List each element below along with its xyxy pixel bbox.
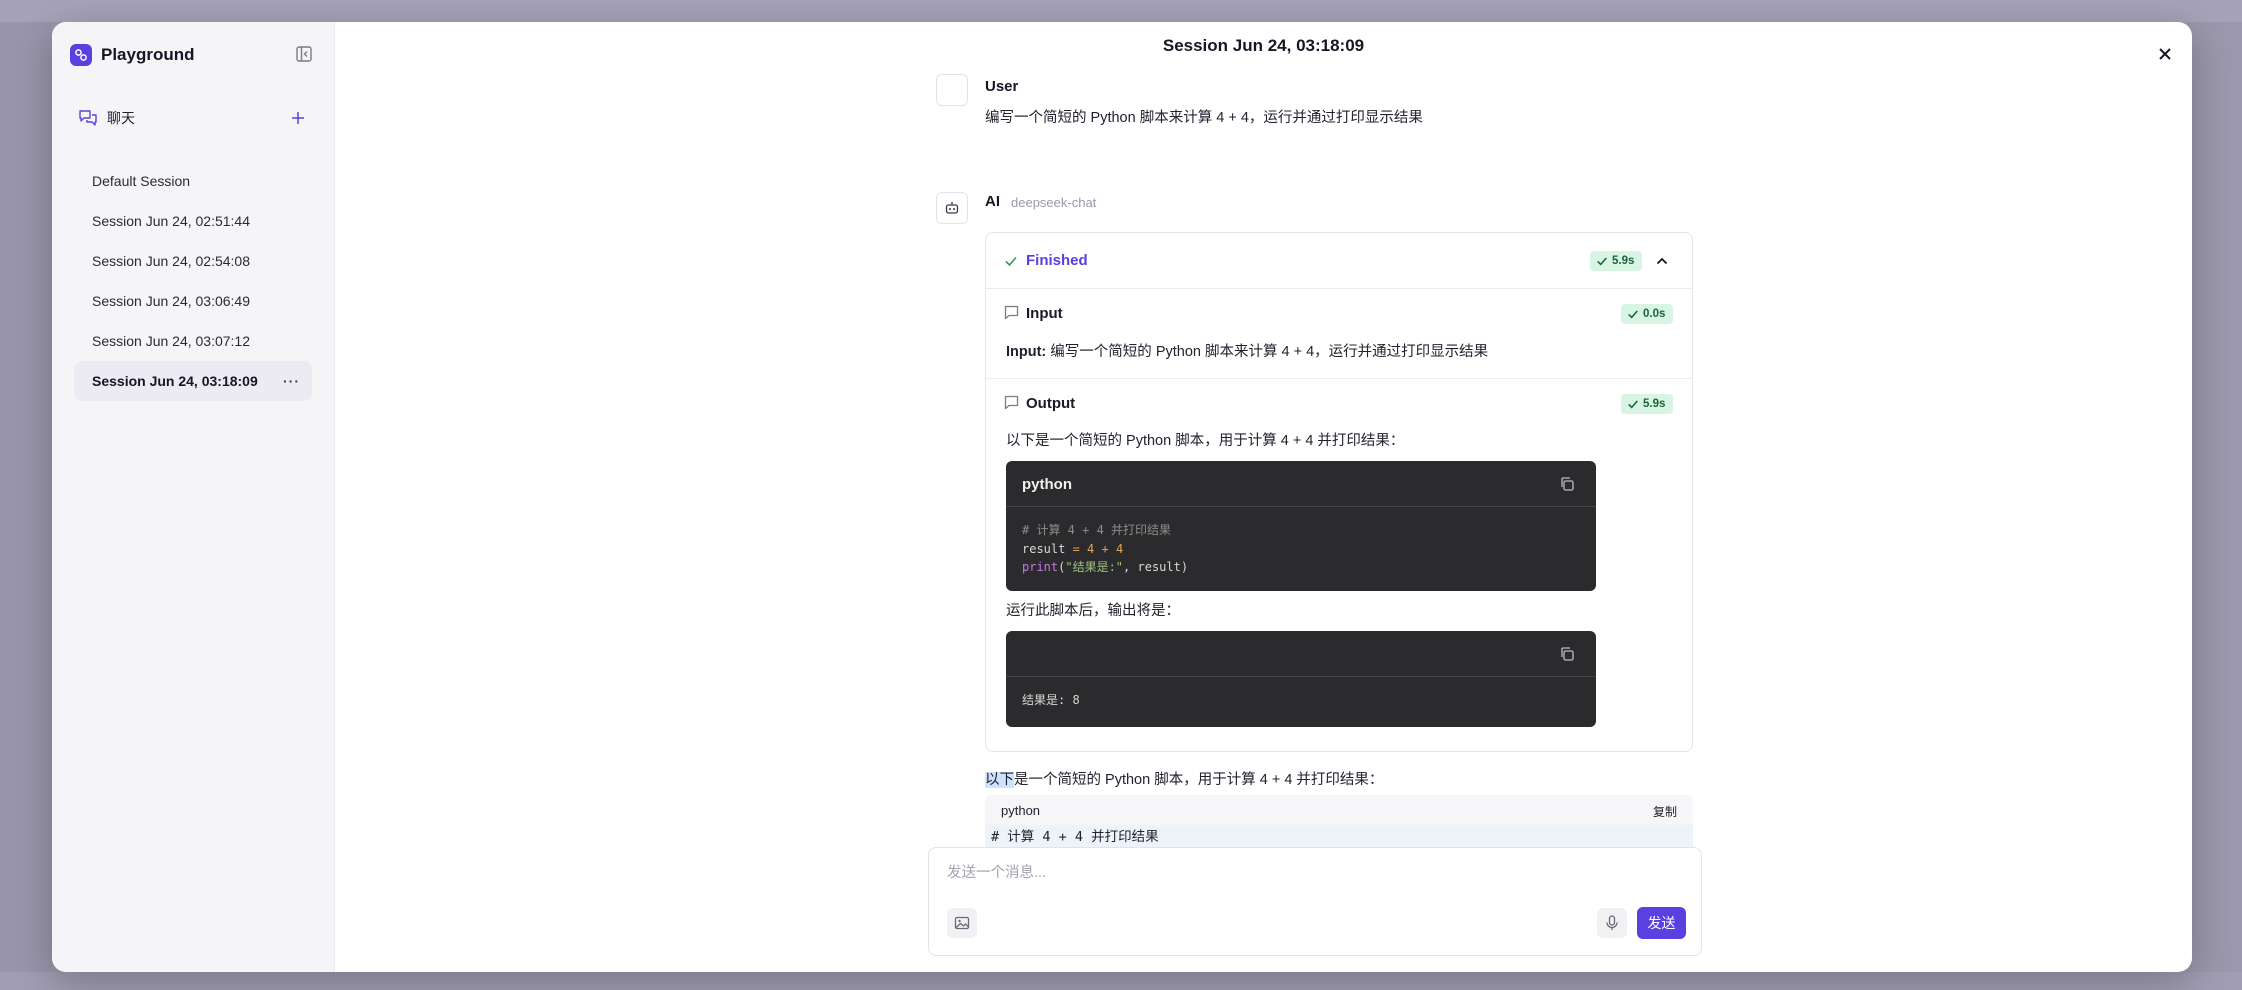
input-step: Input 0.0s Input: 编写一个简短的 Python 脚本来计算 4… [986,289,1692,379]
output-step-title: Output [1026,395,1076,412]
output-duration-value: 5.9s [1643,398,1666,410]
input-duration-badge: 0.0s [1621,304,1674,324]
markdown-copy-button[interactable]: 复制 [1653,803,1677,820]
background-topbar [0,0,2242,22]
copy-code-button[interactable] [1558,475,1576,493]
final-answer-rest: 是一个简短的 Python 脚本，用于计算 4 + 4 并打印结果： [1014,772,1384,788]
user-avatar [936,74,968,106]
voice-input-button[interactable] [1597,908,1627,938]
session-list: Default Session Session Jun 24, 02:51:44… [74,161,312,401]
session-item[interactable]: Session Jun 24, 02:54:08 [74,241,312,281]
code-rest: , result) [1123,560,1189,574]
session-item-active[interactable]: Session Jun 24, 03:18:09 ··· [74,361,312,401]
playground-modal: Playground 聊天 Default Session Session Ju… [52,22,2192,972]
output-step: Output 5.9s 以下是一个简短的 Python 脚本，用于计算 4 + … [986,379,1692,751]
sidebar-collapse-icon [296,46,312,62]
selected-text: 以下 [985,772,1014,788]
code-op: = [1065,541,1088,556]
check-icon [1005,256,1017,267]
send-button[interactable]: 发送 [1637,907,1686,939]
ai-role-label: AI [985,193,1000,210]
app-title: Playground [101,45,195,64]
chat-section-label: 聊天 [107,110,135,126]
image-icon [954,916,970,930]
ai-avatar [936,192,968,224]
execution-steps-card: Finished 5.9s Input 0.0s Input: 编写一个简短的 … [985,232,1693,752]
duration-badge: 5.9s [1590,251,1643,271]
message-icon [1004,395,1019,410]
code-content: # 计算 4 + 4 并打印结果 result = 4 + 4 print("结… [1006,507,1596,591]
code-header [1006,631,1596,677]
attach-image-button[interactable] [947,908,977,938]
sidebar: Playground 聊天 Default Session Session Ju… [52,22,335,972]
input-duration-value: 0.0s [1643,308,1666,320]
brand: Playground [70,42,195,68]
markdown-code-header: python 复制 [985,795,1693,825]
new-session-button[interactable] [288,108,308,128]
input-value: 编写一个简短的 Python 脚本来计算 4 + 4，运行并通过打印显示结果 [1046,344,1489,360]
code-comment: # 计算 4 + 4 并打印结果 [1022,523,1172,537]
message-input[interactable] [947,860,1677,886]
copy-output-button[interactable] [1558,645,1576,663]
copy-icon [1561,477,1574,491]
duration-value: 5.9s [1612,255,1635,267]
session-title: Session Jun 24, 03:18:09 [1162,36,1365,55]
robot-icon [945,202,959,214]
output-code-content: 结果是: 8 [1022,693,1080,707]
message-icon [1004,305,1019,320]
finished-row[interactable]: Finished 5.9s [986,233,1692,289]
final-answer-text: 以下是一个简短的 Python 脚本，用于计算 4 + 4 并打印结果： [985,768,1383,789]
plus-icon [292,112,304,124]
output-after-text: 运行此脚本后，输出将是： [1006,603,1180,619]
microphone-icon [1606,915,1618,930]
markdown-code-language: python [1001,803,1041,818]
background-sidebar [0,22,52,990]
chat-bubbles-icon [79,110,97,126]
user-role-label: User [985,78,1019,95]
background-footer [0,972,2242,990]
input-step-text: Input: 编写一个简短的 Python 脚本来计算 4 + 4，运行并通过打… [1006,340,1488,361]
check-icon [1628,310,1638,319]
output-intro-text: 以下是一个简短的 Python 脚本，用于计算 4 + 4 并打印结果： [1006,433,1405,449]
check-icon [1628,400,1638,409]
output-code-block: 结果是: 8 [1006,631,1596,727]
code-header: python [1006,461,1596,507]
playground-logo-icon [70,44,92,66]
code-var: result [1022,541,1066,556]
message-composer: 发送 [928,847,1702,956]
chat-main: Session Jun 24, 03:18:09 User 编写一个简短的 Py… [335,22,2192,972]
session-more-button[interactable]: ··· [283,361,300,401]
model-name: deepseek-chat [1011,195,1097,210]
copy-icon [1561,647,1574,661]
session-item[interactable]: Session Jun 24, 02:51:44 [74,201,312,241]
collapse-steps-button[interactable] [1652,251,1672,271]
python-code-block: python # 计算 4 + 4 并打印结果 result = 4 + 4 p… [1006,461,1596,591]
input-step-title: Input [1026,305,1063,322]
session-item[interactable]: Session Jun 24, 03:06:49 [74,281,312,321]
close-icon [2159,48,2171,60]
chat-section-header: 聊天 [78,106,308,130]
user-message-text: 编写一个简短的 Python 脚本来计算 4 + 4，运行并通过打印显示结果 [985,110,1423,126]
code-string: "结果是:" [1065,560,1124,574]
check-icon [1597,257,1607,266]
code-op: + [1094,541,1116,556]
code-num: 4 [1115,541,1124,556]
close-button[interactable] [2155,44,2175,64]
session-item[interactable]: Session Jun 24, 03:07:12 [74,321,312,361]
status-label: Finished [1026,252,1088,269]
code-fn: print [1022,560,1059,574]
session-item[interactable]: Default Session [74,161,312,201]
markdown-code-line: # 计算 4 + 4 并打印结果 [985,825,1693,849]
chevron-up-icon [1656,257,1668,265]
session-item-label: Session Jun 24, 03:18:09 [92,373,258,389]
input-prefix: Input: [1006,344,1047,360]
collapse-sidebar-button[interactable] [293,43,315,65]
output-duration-badge: 5.9s [1621,394,1674,414]
code-language: python [1022,476,1072,493]
